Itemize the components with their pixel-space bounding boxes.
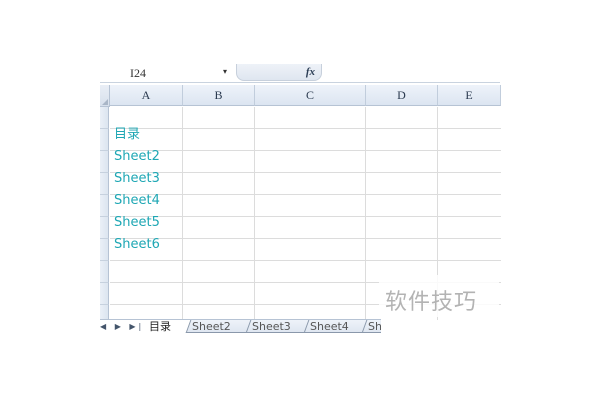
- triangle-down-icon[interactable]: ▾: [223, 66, 227, 78]
- cell-a2-link[interactable]: 目录: [114, 124, 140, 146]
- row-header[interactable]: [100, 151, 109, 173]
- column-header-d[interactable]: D: [366, 85, 438, 106]
- row-header[interactable]: [100, 195, 109, 217]
- insert-function-area[interactable]: fx: [236, 64, 322, 81]
- sheet-tab-sheet3[interactable]: Sheet3: [245, 320, 311, 333]
- sheet-tab-label: Sheet4: [310, 320, 349, 333]
- row-header[interactable]: [100, 173, 109, 195]
- cell-a6-link[interactable]: Sheet5: [114, 212, 160, 234]
- spreadsheet-screenshot: I24 ▾ fx A B C D E 目录 Sheet2 Sheet3 Shee…: [0, 0, 600, 400]
- select-all-corner[interactable]: [100, 85, 110, 107]
- gridline: [110, 238, 501, 239]
- formula-bar: I24 ▾ fx: [100, 64, 500, 83]
- gridline: [110, 150, 501, 151]
- gridline: [110, 128, 501, 129]
- sheet-tab-sheet5[interactable]: Sh: [361, 320, 381, 333]
- gridline: [254, 107, 255, 320]
- cell-a3-link[interactable]: Sheet2: [114, 146, 160, 168]
- sheet-tab-sheet2[interactable]: Sheet2: [185, 320, 253, 333]
- sheet-tab-label: Sheet2: [192, 320, 231, 333]
- cell-a4-link[interactable]: Sheet3: [114, 168, 160, 190]
- column-header-e[interactable]: E: [438, 85, 501, 106]
- row-header[interactable]: [100, 305, 109, 320]
- sheet-tab-label: Sh: [368, 320, 381, 333]
- gridline: [110, 260, 501, 261]
- column-header-b[interactable]: B: [183, 85, 255, 106]
- cell-a5-link[interactable]: Sheet4: [114, 190, 160, 212]
- gridline: [110, 172, 501, 173]
- row-header[interactable]: [100, 129, 109, 151]
- row-header[interactable]: [100, 239, 109, 261]
- cell-a7-link[interactable]: Sheet6: [114, 234, 160, 256]
- gridline: [110, 216, 501, 217]
- row-header[interactable]: [100, 107, 109, 129]
- name-box[interactable]: I24: [130, 66, 214, 80]
- sheet-tabs-bar: ◀ ▶ ▶| 目录 Sheet2 Sheet3 Sheet4 Sh: [100, 319, 381, 334]
- row-header[interactable]: [100, 261, 109, 283]
- sheet-tab-label: Sheet3: [252, 320, 291, 333]
- gridline: [182, 107, 183, 320]
- column-header-a[interactable]: A: [110, 85, 183, 106]
- watermark-text: 软件技巧: [385, 290, 478, 315]
- gridline: [110, 194, 501, 195]
- corner-triangle-icon: [102, 99, 108, 105]
- fx-icon[interactable]: fx: [306, 65, 315, 79]
- row-header[interactable]: [100, 217, 109, 239]
- gridline: [365, 107, 366, 320]
- sheet-nav-icons[interactable]: ◀ ▶ ▶|: [100, 321, 144, 333]
- row-header[interactable]: [100, 283, 109, 305]
- sheet-tab-sheet4[interactable]: Sheet4: [303, 320, 369, 333]
- sheet-tab-contents[interactable]: 目录: [146, 320, 174, 333]
- column-header-c[interactable]: C: [255, 85, 366, 106]
